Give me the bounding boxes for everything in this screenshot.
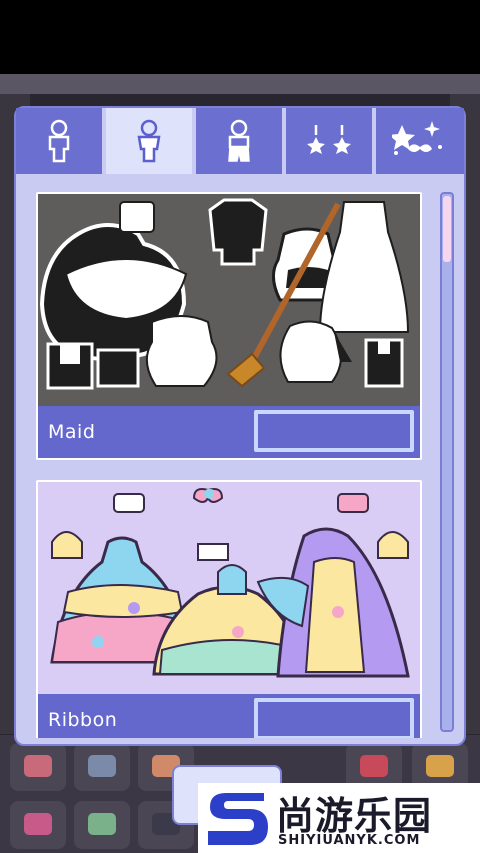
earrings-icon (307, 125, 351, 154)
watermark-logo-icon (208, 793, 268, 845)
maid-outfit-art (38, 194, 420, 406)
select-outfit-button[interactable] (254, 698, 414, 738)
outfit-card-ribbon[interactable]: Ribbon (36, 480, 422, 738)
tab-outfit[interactable] (106, 108, 194, 174)
tab-body[interactable] (16, 108, 104, 174)
tray-slot (10, 743, 66, 791)
outfit-list[interactable]: Maid Ribbon (30, 180, 444, 738)
outfit-silhouette-icon (137, 119, 161, 163)
list-scrollbar[interactable] (440, 192, 454, 732)
ribbon-outfit-art (38, 482, 420, 694)
outfit-card-maid[interactable]: Maid (36, 192, 422, 460)
tab-earrings[interactable] (286, 108, 374, 174)
body-silhouette-icon (48, 119, 70, 163)
status-bar (0, 0, 480, 74)
outfit-name: Maid (48, 421, 96, 443)
background-strip (0, 74, 480, 94)
tray-slot (74, 743, 130, 791)
watermark: 尚游乐园 SHIYIUANYK.COM (198, 783, 480, 853)
sparkle-bow-icon (392, 121, 442, 155)
outfit-label-bar: Ribbon (38, 694, 420, 738)
tab-accessories[interactable] (376, 108, 464, 174)
outfit-name: Ribbon (48, 709, 118, 731)
category-tabs (16, 108, 464, 176)
tray-slot (10, 801, 66, 849)
watermark-text-en: SHIYIUANYK.COM (278, 833, 421, 848)
tab-bottoms[interactable] (196, 108, 284, 174)
wardrobe-panel: Maid Ribbon (14, 106, 466, 746)
watermark-text-cn: 尚游乐园 (276, 794, 433, 838)
bottoms-silhouette-icon (228, 119, 250, 162)
scroll-thumb[interactable] (443, 196, 451, 262)
outfit-label-bar: Maid (38, 406, 420, 458)
select-outfit-button[interactable] (254, 410, 414, 452)
tray-slot (74, 801, 130, 849)
